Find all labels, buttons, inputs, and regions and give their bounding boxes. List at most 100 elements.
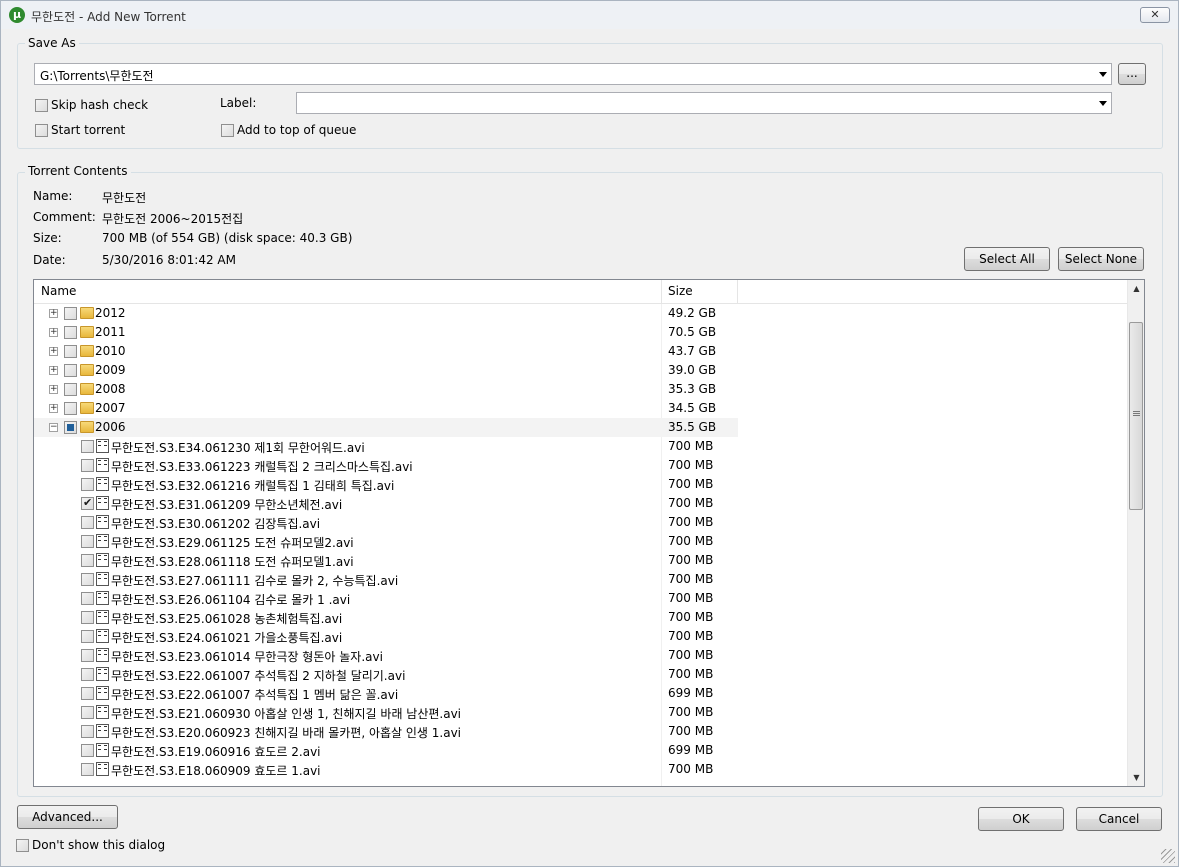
file-row[interactable]: ✔ 무한도전.S3.E31.061209 무한소년체전.avi 700 MB (34, 494, 738, 513)
dont-show-checkbox[interactable] (16, 839, 29, 852)
column-header-size[interactable]: Size (668, 284, 693, 298)
video-file-icon (96, 686, 109, 700)
folder-row[interactable]: +2009 39.0 GB (34, 361, 738, 380)
select-all-button[interactable]: Select All (964, 247, 1050, 271)
file-name: 무한도전.S3.E18.060909 효도르 1.avi (111, 764, 321, 778)
folder-checkbox[interactable] (64, 345, 77, 358)
file-checkbox[interactable] (81, 668, 94, 681)
chevron-down-icon[interactable] (1099, 72, 1107, 77)
folder-checkbox[interactable] (64, 326, 77, 339)
file-row[interactable]: 무한도전.S3.E27.061111 김수로 몰카 2, 수능특집.avi 700… (34, 570, 738, 589)
folder-checkbox[interactable] (64, 307, 77, 320)
file-checkbox[interactable]: ✔ (81, 496, 94, 510)
file-checkbox[interactable] (81, 478, 94, 491)
file-checkbox[interactable] (81, 687, 94, 700)
file-checkbox[interactable] (81, 763, 94, 776)
file-checkbox[interactable] (81, 459, 94, 472)
start-torrent-checkbox[interactable] (35, 124, 48, 137)
folder-size: 35.3 GB (668, 382, 717, 396)
file-name: 무한도전.S3.E24.061021 가을소풍특집.avi (111, 631, 343, 645)
folder-checkbox[interactable] (64, 402, 77, 415)
file-checkbox[interactable] (81, 592, 94, 605)
select-none-button[interactable]: Select None (1058, 247, 1144, 271)
browse-button[interactable]: ... (1118, 63, 1146, 85)
resize-grip-icon[interactable] (1161, 849, 1175, 863)
file-row[interactable]: 무한도전.S3.E26.061104 김수로 몰카 1 .avi 700 MB (34, 589, 738, 608)
select-all-label: Select All (979, 252, 1035, 266)
file-row[interactable]: 무한도전.S3.E29.061125 도전 슈퍼모델2.avi 700 MB (34, 532, 738, 551)
advanced-button[interactable]: Advanced... (17, 805, 118, 829)
folder-row[interactable]: +2007 34.5 GB (34, 399, 738, 418)
chevron-down-icon[interactable] (1099, 101, 1107, 106)
expand-icon[interactable]: + (49, 328, 58, 337)
file-checkbox[interactable] (81, 744, 94, 757)
size-caption: Size: (33, 231, 62, 245)
column-divider[interactable] (661, 280, 662, 303)
label-combo[interactable] (296, 92, 1112, 114)
scroll-down-icon[interactable]: ▼ (1128, 769, 1144, 786)
folder-row[interactable]: +2012 49.2 GB (34, 304, 738, 323)
add-top-queue-checkbox[interactable] (221, 124, 234, 137)
folder-icon (80, 402, 94, 414)
file-row[interactable]: 무한도전.S3.E19.060916 효도르 2.avi 699 MB (34, 741, 738, 760)
file-tree[interactable]: Name Size +2012 49.2 GB +2011 70.5 GB +2010 4… (33, 279, 1145, 787)
column-divider[interactable] (737, 280, 738, 303)
video-file-icon (96, 743, 109, 757)
file-row[interactable]: 무한도전.S3.E22.061007 추석특집 1 멤버 닮은 꼴.avi 699… (34, 684, 738, 703)
video-file-icon (96, 496, 109, 510)
file-checkbox[interactable] (81, 649, 94, 662)
title-bar: µ 무한도전 - Add New Torrent ✕ (1, 1, 1178, 29)
folder-checkbox[interactable] (64, 364, 77, 377)
close-button[interactable]: ✕ (1140, 7, 1170, 23)
expand-icon[interactable]: + (49, 404, 58, 413)
expand-icon[interactable]: + (49, 309, 58, 318)
file-row[interactable]: 무한도전.S3.E21.060930 아홉살 인생 1, 친해지길 바래 남산편… (34, 703, 738, 722)
folder-checkbox[interactable] (64, 421, 77, 434)
cancel-button[interactable]: Cancel (1076, 807, 1162, 831)
folder-row[interactable]: +2008 35.3 GB (34, 380, 738, 399)
folder-size: 35.5 GB (668, 420, 717, 434)
file-checkbox[interactable] (81, 706, 94, 719)
collapse-icon[interactable]: − (49, 423, 58, 432)
file-checkbox[interactable] (81, 725, 94, 738)
file-row[interactable]: 무한도전.S3.E30.061202 김장특집.avi 700 MB (34, 513, 738, 532)
ok-button[interactable]: OK (978, 807, 1064, 831)
scroll-thumb[interactable] (1129, 322, 1143, 510)
file-row[interactable]: 무한도전.S3.E20.060923 친해지길 바래 몰카편, 아홉살 인생 1… (34, 722, 738, 741)
file-checkbox[interactable] (81, 440, 94, 453)
scroll-up-icon[interactable]: ▲ (1128, 280, 1144, 297)
file-checkbox[interactable] (81, 611, 94, 624)
file-size: 700 MB (668, 572, 714, 586)
video-file-icon (96, 534, 109, 548)
date-value: 5/30/2016 8:01:42 AM (102, 253, 236, 267)
folder-row[interactable]: +2010 43.7 GB (34, 342, 738, 361)
file-row[interactable]: 무한도전.S3.E18.060909 효도르 1.avi 700 MB (34, 760, 738, 779)
file-row[interactable]: 무한도전.S3.E32.061216 캐럴특집 1 김태희 특집.avi 700 … (34, 475, 738, 494)
file-checkbox[interactable] (81, 630, 94, 643)
file-checkbox[interactable] (81, 535, 94, 548)
file-row[interactable]: 무한도전.S3.E23.061014 무한극장 형돈아 놀자.avi 700 MB (34, 646, 738, 665)
column-header-name[interactable]: Name (41, 284, 76, 298)
file-size: 700 MB (668, 534, 714, 548)
expand-icon[interactable]: + (49, 366, 58, 375)
add-torrent-dialog: µ 무한도전 - Add New Torrent ✕ Save As G:\To… (0, 0, 1179, 867)
folder-row[interactable]: − 2006 35.5 GB (34, 418, 738, 437)
folder-checkbox[interactable] (64, 383, 77, 396)
file-checkbox[interactable] (81, 516, 94, 529)
file-checkbox[interactable] (81, 554, 94, 567)
expand-icon[interactable]: + (49, 347, 58, 356)
file-row[interactable]: 무한도전.S3.E24.061021 가을소풍특집.avi 700 MB (34, 627, 738, 646)
folder-row[interactable]: +2011 70.5 GB (34, 323, 738, 342)
file-checkbox[interactable] (81, 573, 94, 586)
file-row[interactable]: 무한도전.S3.E34.061230 제1회 무한어워드.avi 700 MB (34, 437, 738, 456)
advanced-label: Advanced... (32, 810, 103, 824)
file-row[interactable]: 무한도전.S3.E33.061223 캐럴특집 2 크리스마스특집.avi 700… (34, 456, 738, 475)
file-row[interactable]: 무한도전.S3.E22.061007 추석특집 2 지하철 달리기.avi 700… (34, 665, 738, 684)
save-path-combo[interactable]: G:\Torrents\무한도전 (34, 63, 1112, 85)
file-row[interactable]: 무한도전.S3.E28.061118 도전 슈퍼모델1.avi 700 MB (34, 551, 738, 570)
skip-hash-checkbox[interactable] (35, 99, 48, 112)
expand-icon[interactable]: + (49, 385, 58, 394)
file-row[interactable]: 무한도전.S3.E25.061028 농촌체험특집.avi 700 MB (34, 608, 738, 627)
add-top-queue-label: Add to top of queue (237, 123, 357, 137)
vertical-scrollbar[interactable]: ▲ ▼ (1127, 280, 1144, 786)
